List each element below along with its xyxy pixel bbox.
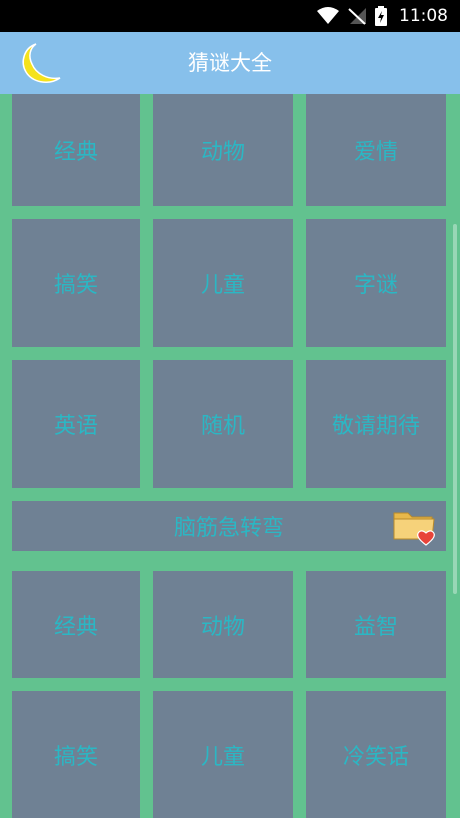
banner-title: 脑筋急转弯 xyxy=(173,516,284,541)
riddle-category-funny[interactable]: 搞笑 xyxy=(12,219,140,347)
riddle-category-character[interactable]: 字谜 xyxy=(306,219,446,347)
teaser-category-classic[interactable]: 经典 xyxy=(12,571,140,678)
tile-label: 动物 xyxy=(200,140,245,165)
tile-label: 冷笑话 xyxy=(342,744,409,770)
tile-label: 经典 xyxy=(53,614,98,640)
riddle-category-love[interactable]: 爱情 xyxy=(306,94,446,206)
riddle-category-english[interactable]: 英语 xyxy=(12,360,140,488)
brain-teaser-banner[interactable]: 脑筋急转弯 xyxy=(12,501,446,551)
tile-label: 字谜 xyxy=(353,273,398,298)
tile-label: 经典 xyxy=(53,140,98,165)
category-content: 经典 动物 爱情 搞笑 儿童 字谜 英语 随机 敬请期待 脑筋急转弯 经典 动物… xyxy=(0,94,460,818)
teaser-category-puzzle[interactable]: 益智 xyxy=(306,571,446,678)
page-title: 猜谜大全 xyxy=(188,51,272,75)
app-bar: 猜谜大全 xyxy=(0,32,460,94)
favorites-folder-icon[interactable] xyxy=(392,505,438,547)
teaser-category-children[interactable]: 儿童 xyxy=(153,691,293,818)
scrollbar[interactable] xyxy=(453,224,457,594)
tile-label: 随机 xyxy=(200,414,245,439)
riddle-category-children[interactable]: 儿童 xyxy=(153,219,293,347)
tile-label: 动物 xyxy=(200,614,245,640)
tile-label: 儿童 xyxy=(200,273,245,298)
tile-label: 益智 xyxy=(353,614,398,640)
status-icons: 11:08 xyxy=(317,0,448,32)
tile-label: 儿童 xyxy=(200,744,245,770)
riddle-category-animal[interactable]: 动物 xyxy=(153,94,293,206)
status-bar: 11:08 xyxy=(0,0,460,32)
tile-label: 搞笑 xyxy=(53,744,98,770)
tile-label: 爱情 xyxy=(353,140,398,165)
signal-icon xyxy=(348,8,366,25)
tile-label: 搞笑 xyxy=(53,273,98,298)
wifi-icon xyxy=(317,7,339,24)
riddle-category-classic[interactable]: 经典 xyxy=(12,94,140,206)
tile-label: 敬请期待 xyxy=(331,414,420,439)
teaser-category-cold-joke[interactable]: 冷笑话 xyxy=(306,691,446,818)
teaser-category-animal[interactable]: 动物 xyxy=(153,571,293,678)
status-time: 11:08 xyxy=(399,6,448,26)
teaser-category-funny[interactable]: 搞笑 xyxy=(12,691,140,818)
riddle-category-random[interactable]: 随机 xyxy=(153,360,293,488)
tile-label: 英语 xyxy=(53,414,98,439)
riddle-category-coming-soon[interactable]: 敬请期待 xyxy=(306,360,446,488)
battery-icon xyxy=(375,6,387,26)
